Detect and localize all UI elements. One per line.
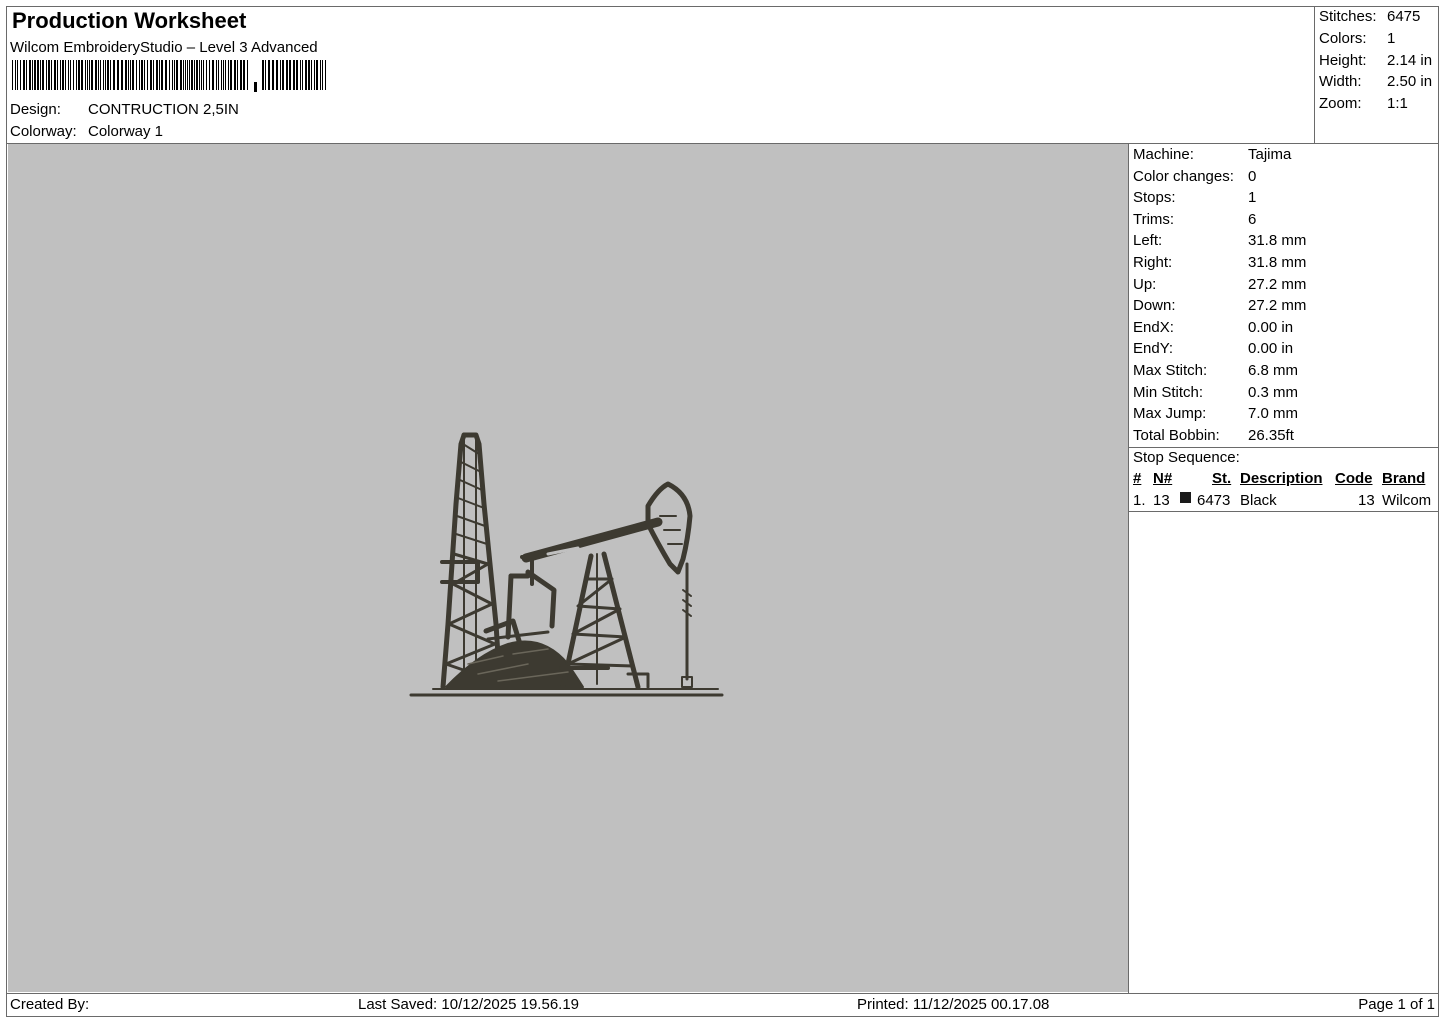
software-subtitle: Wilcom EmbroideryStudio – Level 3 Advanc… bbox=[10, 39, 318, 56]
footer-printed: Printed: 11/12/2025 00.17.08 bbox=[857, 996, 1050, 1013]
machine-info-label: Trims: bbox=[1133, 210, 1175, 228]
machine-info-label: EndX: bbox=[1133, 318, 1174, 336]
machine-info-label: Left: bbox=[1133, 232, 1163, 250]
row-stitches: 6473 bbox=[1197, 492, 1231, 509]
machine-info-label: Down: bbox=[1133, 297, 1176, 315]
machine-info-value: 31.8 mm bbox=[1248, 232, 1307, 250]
stop-sequence-divider-top bbox=[1128, 447, 1439, 448]
machine-info-label: Max Stitch: bbox=[1133, 362, 1208, 379]
col-header-description: Description bbox=[1240, 470, 1323, 487]
machine-info-label: Max Jump: bbox=[1133, 405, 1207, 423]
stop-sequence-title: Stop Sequence: bbox=[1133, 449, 1240, 466]
design-label: Design: bbox=[10, 101, 61, 118]
machine-info-label: EndY: bbox=[1133, 340, 1174, 358]
footer-created-by: Created By: bbox=[10, 996, 90, 1013]
col-header-brand: Brand bbox=[1382, 470, 1426, 487]
row-number: 1. bbox=[1133, 492, 1146, 509]
machine-info-label: Min Stitch: bbox=[1133, 383, 1204, 401]
oil-pumpjack-and-derrick-icon bbox=[409, 432, 724, 697]
machine-info-value: 0.3 mm bbox=[1248, 383, 1299, 401]
machine-info-label: Total Bobbin: bbox=[1133, 426, 1220, 444]
height-label: Height: bbox=[1319, 52, 1367, 69]
footer-last-saved: Last Saved: 10/12/2025 19.56.19 bbox=[358, 996, 580, 1013]
machine-info-value: 26.35ft bbox=[1248, 426, 1294, 444]
machine-info-label: Right: bbox=[1133, 254, 1173, 271]
col-header-number: # bbox=[1133, 470, 1142, 487]
machine-info-value: 27.2 mm bbox=[1248, 297, 1307, 315]
height-value: 2.14 in bbox=[1387, 52, 1433, 69]
machine-info-label: Machine: bbox=[1133, 146, 1194, 163]
machine-info-value: 0.00 in bbox=[1248, 318, 1294, 336]
colors-label: Colors: bbox=[1319, 30, 1367, 47]
row-code: 13 bbox=[1358, 492, 1375, 509]
footer-frame bbox=[6, 993, 1439, 1017]
machine-info-value: 27.2 mm bbox=[1248, 275, 1307, 293]
design-preview-canvas bbox=[8, 144, 1128, 992]
col-header-stitches: St. bbox=[1212, 470, 1232, 487]
machine-info-value: 6 bbox=[1248, 210, 1257, 228]
row-brand: Wilcom bbox=[1382, 492, 1432, 509]
col-header-needle: N# bbox=[1153, 470, 1173, 487]
colors-value: 1 bbox=[1387, 30, 1396, 47]
footer-page-number: Page 1 of 1 bbox=[1358, 996, 1435, 1013]
col-header-code: Code bbox=[1335, 470, 1373, 487]
machine-info-value: 31.8 mm bbox=[1248, 254, 1307, 271]
machine-info-value: 0 bbox=[1248, 167, 1257, 185]
zoom-label: Zoom: bbox=[1319, 95, 1362, 112]
machine-info-label: Up: bbox=[1133, 275, 1157, 293]
machine-info-value: Tajima bbox=[1248, 146, 1292, 163]
colorway-label: Colorway: bbox=[10, 123, 77, 140]
row-needle: 13 bbox=[1153, 492, 1170, 509]
right-panel-divider bbox=[1128, 143, 1129, 994]
zoom-value: 1:1 bbox=[1387, 95, 1408, 112]
barcode bbox=[12, 60, 326, 92]
machine-info-label: Color changes: bbox=[1133, 167, 1234, 185]
machine-info-value: 6.8 mm bbox=[1248, 362, 1299, 379]
stitches-label: Stitches: bbox=[1319, 8, 1377, 25]
thread-color-swatch bbox=[1180, 492, 1191, 503]
stitches-value: 6475 bbox=[1387, 8, 1421, 25]
design-value: CONTRUCTION 2,5IN bbox=[88, 101, 239, 118]
width-value: 2.50 in bbox=[1387, 73, 1433, 90]
machine-info-label: Stops: bbox=[1133, 189, 1176, 207]
machine-info-value: 1 bbox=[1248, 189, 1257, 207]
colorway-value: Colorway 1 bbox=[88, 123, 164, 140]
page-title: Production Worksheet bbox=[12, 8, 247, 33]
stop-sequence-divider-bottom bbox=[1128, 511, 1439, 512]
machine-info-value: 0.00 in bbox=[1248, 340, 1294, 358]
width-label: Width: bbox=[1319, 73, 1362, 90]
row-description: Black bbox=[1240, 492, 1277, 509]
machine-info-value: 7.0 mm bbox=[1248, 405, 1299, 423]
